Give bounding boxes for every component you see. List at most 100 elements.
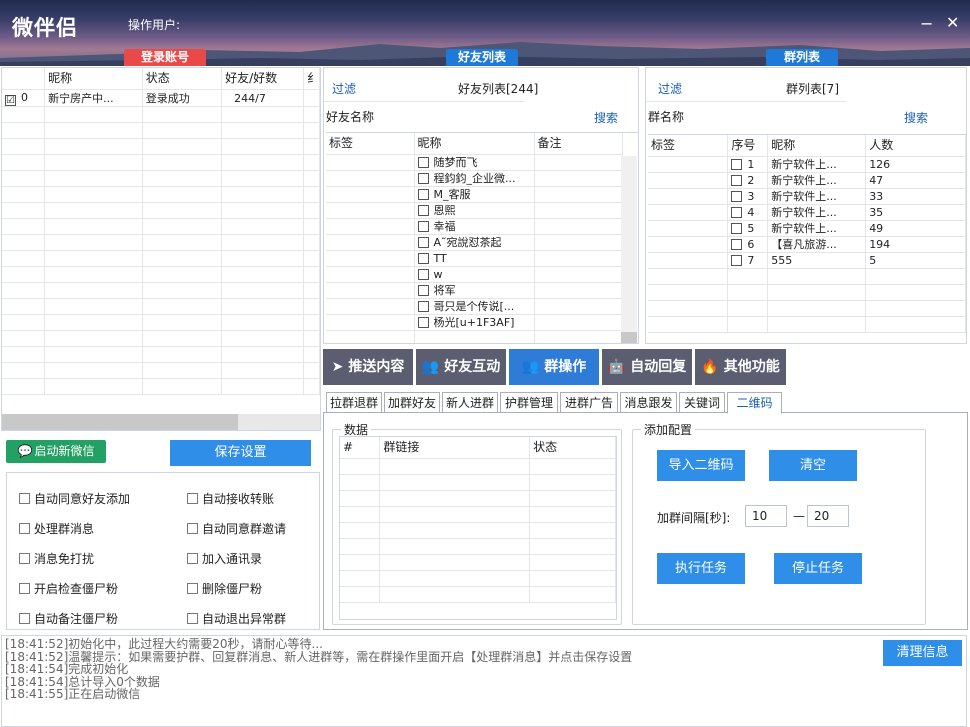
table-row[interactable]	[2, 218, 320, 235]
subtab-pull-quit-group[interactable]: 拉群退群	[326, 392, 382, 413]
column-header[interactable]: 群链接	[379, 437, 531, 459]
column-header[interactable]: 标签	[648, 135, 729, 157]
horizontal-scrollbar[interactable]	[2, 414, 320, 430]
subtab-new-member[interactable]: 新人进群	[442, 392, 498, 413]
table-row[interactable]	[2, 186, 320, 203]
row-checkbox[interactable]	[731, 239, 743, 250]
stop-task-button[interactable]: 停止任务	[774, 553, 862, 584]
friends-search-link[interactable]: 搜索	[594, 109, 618, 126]
subtab-group-protection[interactable]: 护群管理	[500, 392, 558, 413]
groups-search-link[interactable]: 搜索	[904, 109, 928, 126]
option-checkbox[interactable]: 自动同意好友添加	[19, 490, 130, 507]
table-row[interactable]	[340, 506, 616, 523]
option-checkbox[interactable]: 处理群消息	[19, 520, 94, 537]
table-row[interactable]	[2, 154, 320, 171]
tab-friend-interaction[interactable]: 👥 好友互动	[416, 349, 506, 385]
subtab-qr-code[interactable]: 二维码	[727, 392, 782, 414]
row-checkbox[interactable]	[417, 205, 429, 216]
column-header[interactable]: #	[340, 437, 381, 459]
option-checkbox[interactable]: 开启检查僵尸粉	[19, 580, 118, 597]
table-row[interactable]	[340, 458, 616, 475]
table-row[interactable]: 7 555 5	[648, 252, 966, 269]
table-row[interactable]: 哥只是个传说[...	[326, 298, 623, 315]
column-header[interactable]: 好友/好数	[221, 68, 304, 90]
table-row[interactable]	[2, 330, 320, 347]
interval-min-input[interactable]: 10	[745, 505, 787, 527]
interval-max-input[interactable]: 20	[807, 505, 849, 527]
minimize-icon[interactable]: −	[920, 14, 933, 33]
table-row[interactable]	[340, 586, 616, 603]
table-row[interactable]	[2, 282, 320, 299]
row-checkbox[interactable]	[417, 269, 429, 280]
table-row[interactable]: 恩熙	[326, 202, 623, 219]
table-row[interactable]: 随梦而飞	[326, 154, 623, 171]
import-qr-button[interactable]: 导入二维码	[657, 450, 745, 481]
table-row[interactable]	[2, 266, 320, 283]
table-row[interactable]	[648, 284, 966, 301]
row-checkbox[interactable]	[417, 301, 429, 312]
close-icon[interactable]: ✕	[946, 13, 959, 32]
table-row[interactable]: 6 【喜凡旅游... 194	[648, 236, 966, 253]
table-row[interactable]: TT	[326, 250, 623, 267]
row-checkbox[interactable]: ☑	[5, 95, 16, 106]
groups-filter-link[interactable]: 过滤	[658, 80, 682, 97]
option-checkbox[interactable]: 自动接收转账	[187, 490, 274, 507]
table-row[interactable]	[2, 122, 320, 139]
table-row[interactable]: 程鈞鈞_企业微...	[326, 170, 623, 187]
log-output[interactable]: [18:41:52]初始化中，此过程大约需要20秒，请耐心等待... [18:4…	[1, 635, 967, 727]
row-checkbox[interactable]	[731, 223, 743, 234]
row-checkbox[interactable]	[731, 175, 743, 186]
row-checkbox[interactable]	[417, 285, 429, 296]
option-checkbox[interactable]: 自动同意群邀请	[187, 520, 286, 537]
table-row[interactable]	[340, 570, 616, 587]
row-checkbox[interactable]	[417, 221, 429, 232]
table-row[interactable]	[2, 314, 320, 331]
table-row[interactable]	[2, 138, 320, 155]
subtab-message-follow[interactable]: 消息跟发	[620, 392, 677, 413]
table-row[interactable]	[2, 234, 320, 251]
row-checkbox[interactable]	[731, 191, 743, 202]
option-checkbox[interactable]: 自动备注僵尸粉	[19, 610, 118, 627]
run-task-button[interactable]: 执行任务	[657, 553, 745, 584]
table-row[interactable]: 幸福	[326, 218, 623, 235]
scrollbar-thumb[interactable]	[621, 332, 637, 343]
option-checkbox[interactable]: 自动退出异常群	[187, 610, 286, 627]
tab-push-content[interactable]: ➤ 推送内容	[323, 349, 413, 385]
table-row[interactable]	[2, 106, 320, 123]
subtab-keywords[interactable]: 关键词	[679, 392, 725, 413]
vertical-scrollbar[interactable]	[621, 156, 637, 343]
row-checkbox[interactable]	[731, 207, 743, 218]
table-row[interactable]	[2, 298, 320, 315]
column-header[interactable]: 昵称	[767, 135, 867, 157]
table-row[interactable]: 将军	[326, 282, 623, 299]
option-checkbox[interactable]: 加入通讯录	[187, 550, 262, 567]
table-row[interactable]	[340, 474, 616, 491]
table-row[interactable]	[648, 300, 966, 317]
row-checkbox[interactable]	[731, 255, 743, 266]
table-row[interactable]	[2, 362, 320, 379]
table-row[interactable]	[648, 268, 966, 285]
row-checkbox[interactable]	[417, 317, 429, 328]
start-wechat-button[interactable]: 💬 启动新微信	[6, 440, 106, 463]
tab-auto-reply[interactable]: 🤖 自动回复	[602, 349, 692, 385]
column-header[interactable]: 序号	[727, 135, 769, 157]
row-checkbox[interactable]	[417, 237, 429, 248]
table-row[interactable]	[340, 538, 616, 555]
table-row[interactable]: 3 新宁软件上... 33	[648, 188, 966, 205]
row-checkbox[interactable]	[731, 159, 743, 170]
table-row[interactable]	[2, 170, 320, 187]
clear-button[interactable]: 清空	[769, 450, 857, 481]
table-row[interactable]	[2, 346, 320, 363]
subtab-group-ads[interactable]: 进群广告	[560, 392, 618, 413]
option-checkbox[interactable]: 消息免打扰	[19, 550, 94, 567]
table-row[interactable]: 2 新宁软件上... 47	[648, 172, 966, 189]
table-row[interactable]: 5 新宁软件上... 49	[648, 220, 966, 237]
table-row[interactable]: ☑ 0 新宁房产中... 登录成功 244/7	[2, 89, 320, 107]
table-row[interactable]: 杨光[u+1F3AF]	[326, 314, 623, 331]
row-checkbox[interactable]	[417, 189, 429, 200]
tab-group-operations[interactable]: 👥 群操作	[509, 349, 599, 385]
column-header[interactable]: 昵称	[414, 133, 535, 155]
row-checkbox[interactable]	[417, 253, 429, 264]
column-header[interactable]: 备注	[534, 133, 623, 155]
table-row[interactable]	[326, 330, 623, 343]
